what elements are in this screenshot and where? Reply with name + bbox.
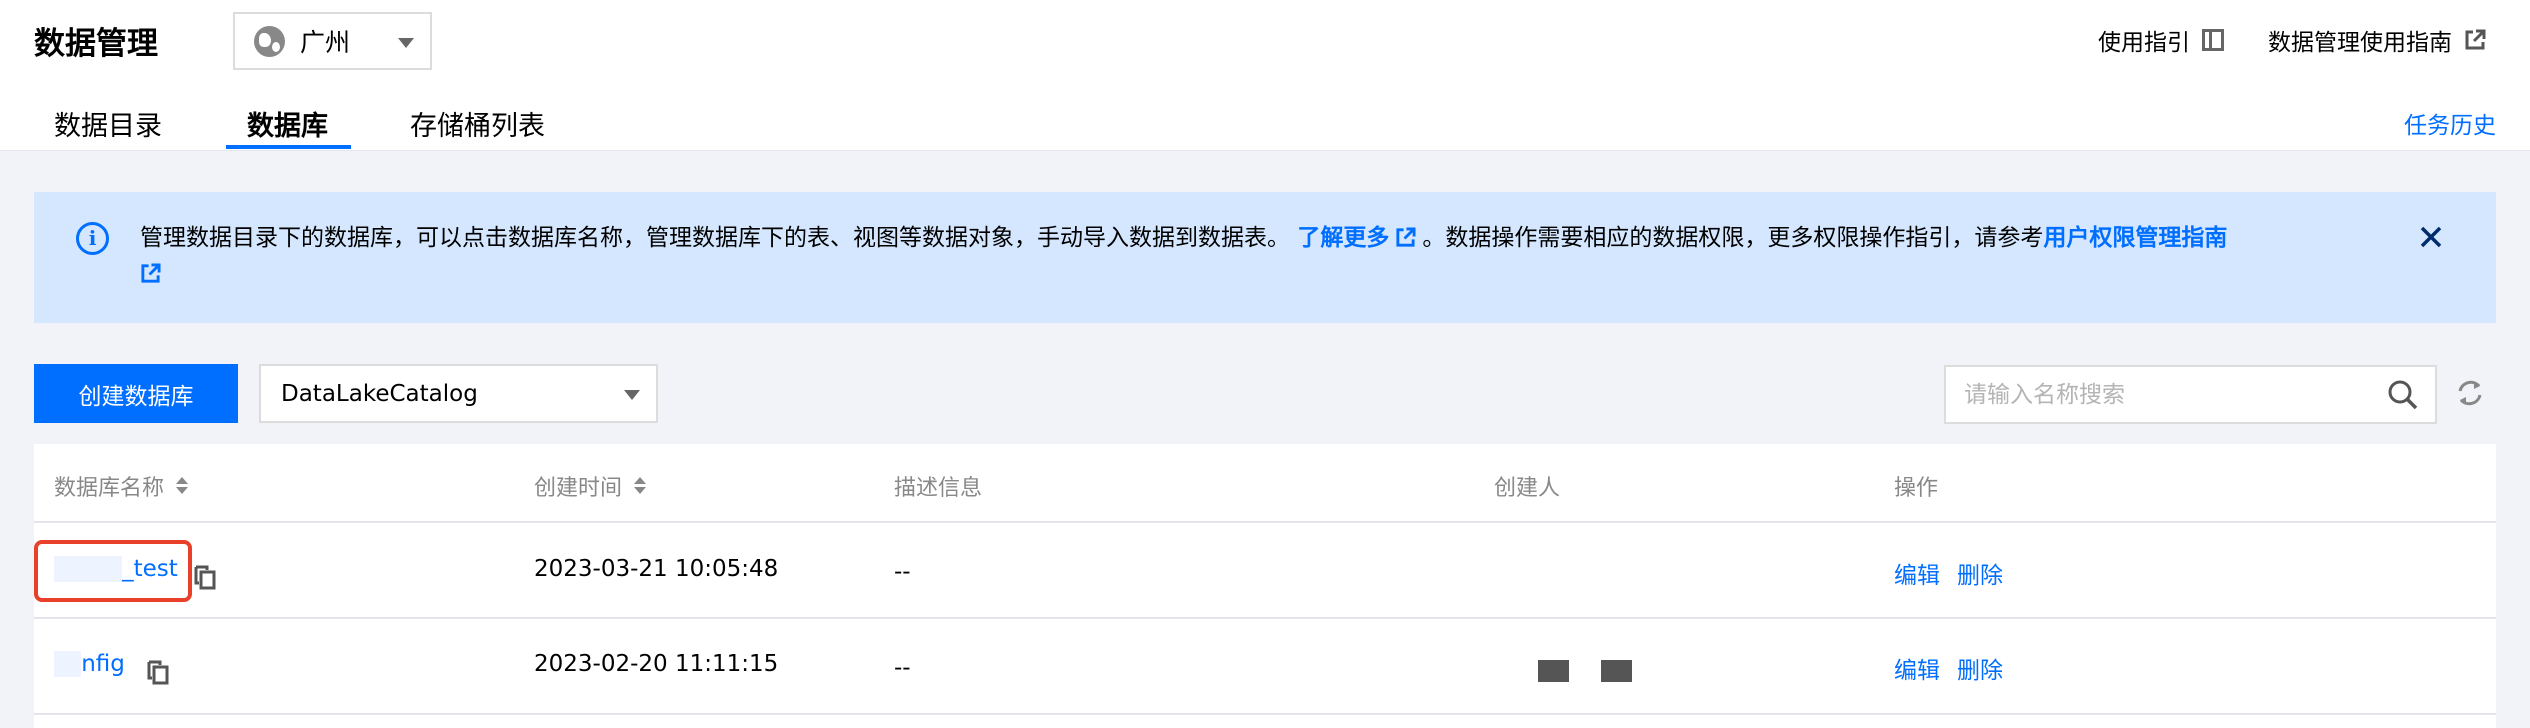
close-icon[interactable]: [2416, 222, 2446, 252]
description: --: [894, 655, 911, 681]
copy-icon[interactable]: [193, 564, 217, 590]
info-icon: i: [76, 222, 109, 255]
redacted-text: xx: [54, 651, 82, 677]
column-header-creator: 创建人: [1494, 476, 1561, 501]
table-row: xxnfig 2023-02-20 11:11:15 -- 编辑 删除: [34, 619, 2496, 715]
chevron-down-icon: [398, 38, 414, 48]
database-name-link[interactable]: xxnfig: [54, 651, 125, 677]
redacted-creator: [1538, 660, 1569, 682]
sort-icon[interactable]: [634, 477, 647, 495]
column-header-label: 数据库名称: [54, 476, 165, 501]
redacted-creator: [1601, 660, 1632, 682]
database-name-text: _test: [122, 556, 178, 582]
permission-guide-link[interactable]: 用户权限管理指南: [2043, 225, 2227, 251]
tab-database[interactable]: 数据库: [247, 104, 328, 151]
page-header: 数据管理 广州 使用指引 数据管理使用指南 数据目录 数据库 存储桶列表 任务历…: [0, 0, 2530, 151]
search-icon[interactable]: [2387, 379, 2419, 411]
column-header-label: 创建时间: [534, 476, 623, 501]
table-header: 数据库名称 创建时间 描述信息 创建人 操作: [34, 444, 2496, 523]
description: --: [894, 559, 911, 585]
page-title: 数据管理: [34, 26, 158, 62]
column-header-created[interactable]: 创建时间: [534, 470, 647, 502]
active-tab-indicator: [226, 145, 351, 149]
search-box[interactable]: [1944, 365, 2437, 424]
create-database-button[interactable]: 创建数据库: [34, 364, 238, 423]
database-name-text: nfig: [81, 651, 125, 677]
catalog-select-value: DataLakeCatalog: [281, 380, 478, 407]
notice-text: 管理数据目录下的数据库，可以点击数据库名称，管理数据库下的表、视图等数据对象，手…: [140, 220, 2370, 292]
learn-more-link[interactable]: 了解更多: [1297, 225, 1389, 251]
manual-link-label: 数据管理使用指南: [2268, 30, 2452, 56]
region-select[interactable]: 广州: [233, 12, 432, 70]
chevron-down-icon: [624, 390, 640, 400]
refresh-icon[interactable]: [2455, 378, 2485, 408]
manual-link[interactable]: 数据管理使用指南: [2268, 23, 2486, 57]
created-time: 2023-03-21 10:05:48: [534, 556, 779, 582]
usage-guide-link[interactable]: 使用指引: [2098, 23, 2224, 57]
delete-link[interactable]: 删除: [1957, 651, 2003, 685]
globe-icon: [254, 25, 285, 57]
tab-bucket-list[interactable]: 存储桶列表: [410, 104, 545, 151]
column-header-actions: 操作: [1894, 476, 1939, 501]
search-input[interactable]: [1964, 379, 2364, 411]
usage-guide-label: 使用指引: [2098, 30, 2190, 56]
catalog-select[interactable]: DataLakeCatalog: [259, 364, 658, 423]
task-history-link[interactable]: 任务历史: [2404, 106, 2496, 140]
edit-link[interactable]: 编辑: [1894, 651, 1940, 685]
delete-link[interactable]: 删除: [1957, 556, 2003, 590]
region-label: 广州: [300, 28, 351, 57]
table-row: xxxxx_test 2023-03-21 10:05:48 -- 编辑 删除: [34, 523, 2496, 619]
copy-icon[interactable]: [146, 659, 170, 685]
database-table: 数据库名称 创建时间 描述信息 创建人 操作 xxxxx_test 2023-0…: [34, 444, 2496, 728]
notice-text-2: 。数据操作需要相应的数据权限，更多权限操作指引，请参考: [1422, 225, 2044, 251]
external-link-icon[interactable]: [140, 263, 161, 284]
created-time: 2023-02-20 11:11:15: [534, 651, 779, 677]
book-icon: [2202, 29, 2224, 51]
database-name-link[interactable]: xxxxx_test: [54, 556, 178, 582]
column-header-name[interactable]: 数据库名称: [54, 470, 189, 502]
external-link-icon: [2465, 29, 2486, 50]
redacted-text: xxxxx: [54, 556, 123, 582]
external-link-icon[interactable]: [1395, 227, 1416, 248]
sort-icon[interactable]: [176, 477, 189, 495]
edit-link[interactable]: 编辑: [1894, 556, 1940, 590]
column-header-desc: 描述信息: [894, 476, 983, 501]
notice-text-1: 管理数据目录下的数据库，可以点击数据库名称，管理数据库下的表、视图等数据对象，手…: [140, 225, 1290, 251]
notice-banner: i 管理数据目录下的数据库，可以点击数据库名称，管理数据库下的表、视图等数据对象…: [34, 192, 2496, 323]
tab-catalog[interactable]: 数据目录: [54, 104, 162, 151]
